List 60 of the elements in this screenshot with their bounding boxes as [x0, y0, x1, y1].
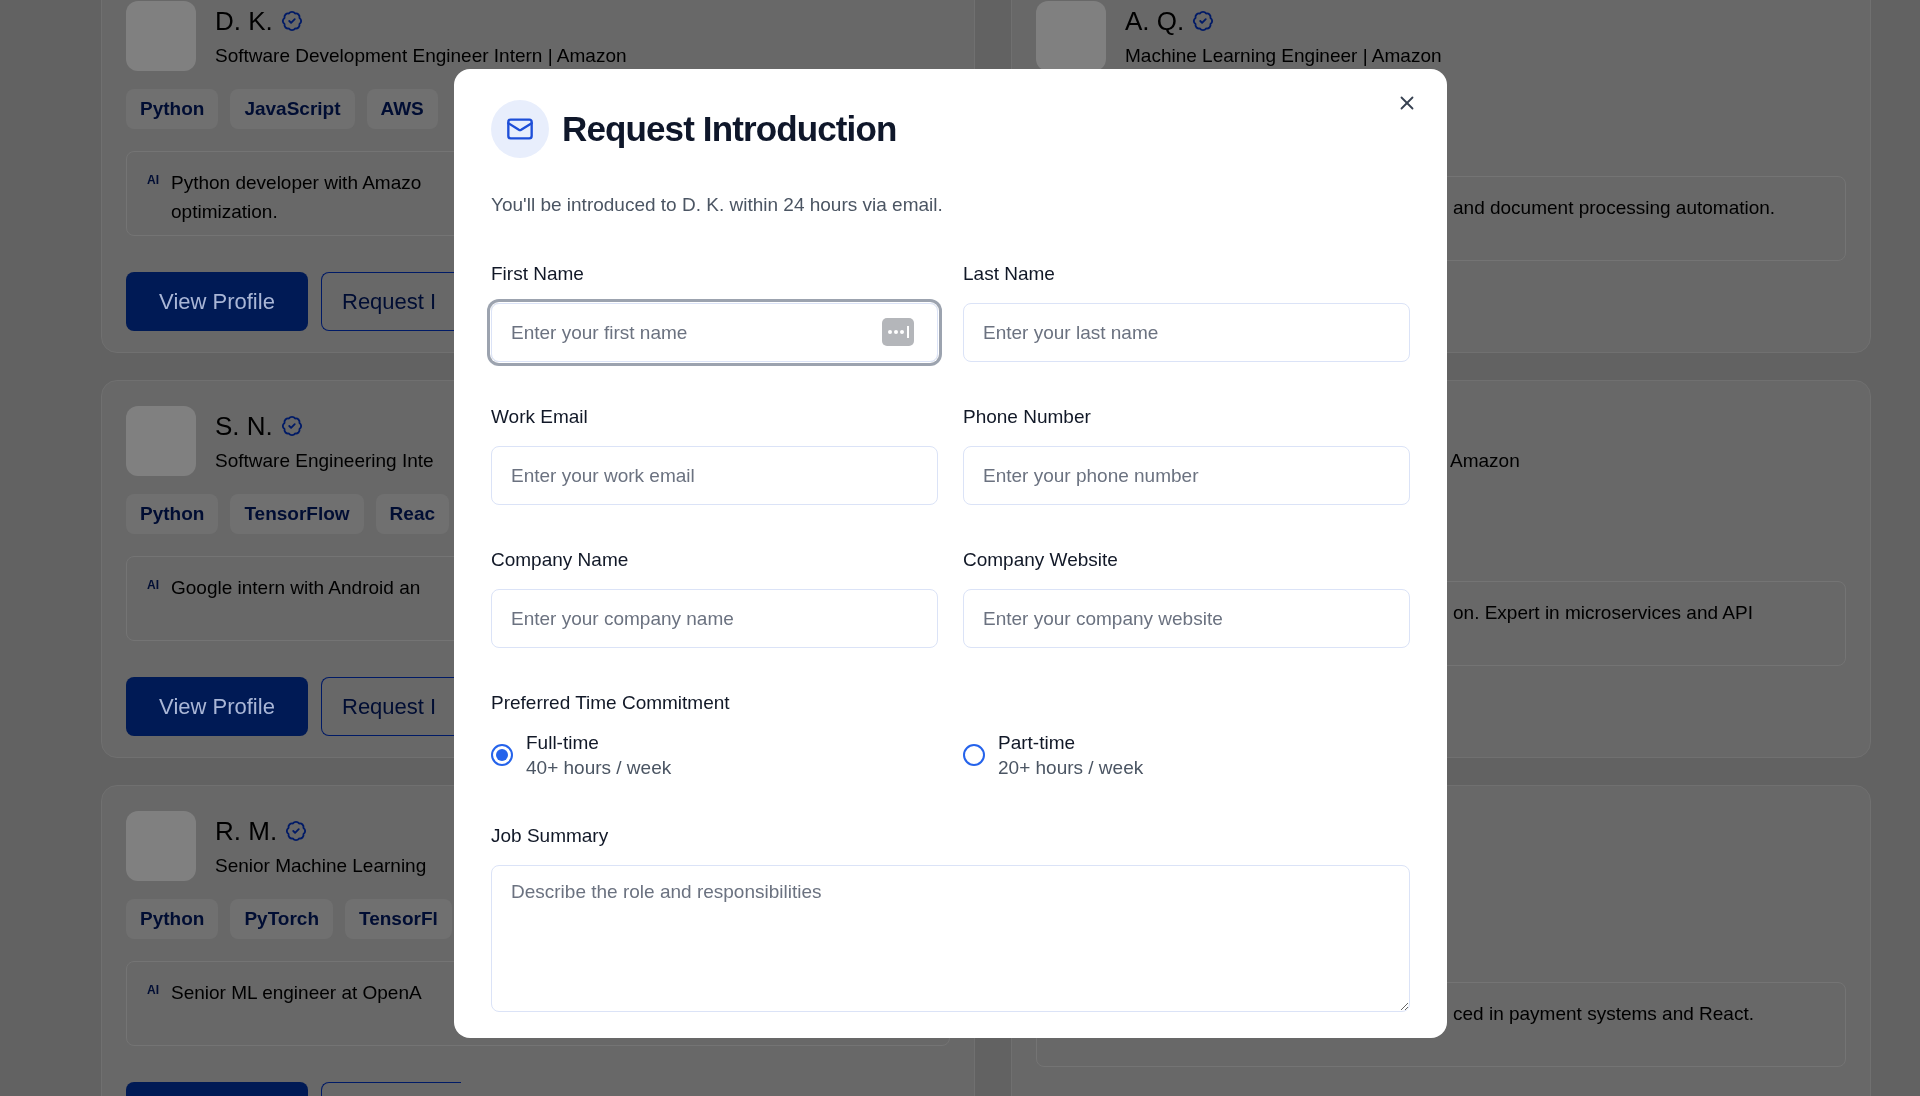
option-detail: 20+ hours / week — [998, 756, 1144, 780]
skill-tag: Python — [126, 494, 219, 534]
text-field[interactable]: Enter your phone number — [963, 446, 1410, 505]
job-summary-field[interactable]: Describe the role and responsibilities — [491, 865, 1410, 1012]
view-profile-button[interactable]: View Profile — [126, 272, 308, 331]
dialog-title: Request Introduction — [562, 107, 897, 150]
candidate-title: Amazon — [1450, 449, 1520, 473]
skill-tag: TensorFl — [345, 899, 452, 939]
candidate-name: A. Q. — [1125, 4, 1185, 38]
text-field[interactable]: Enter your last name — [963, 303, 1410, 362]
skill-tag: PyTorch — [230, 899, 333, 939]
summary-text: Senior ML engineer at OpenA — [171, 981, 422, 1005]
skill-tag: AWS — [366, 89, 438, 129]
summary-text: and document processing automation. — [1453, 197, 1776, 218]
avatar — [1036, 1, 1106, 71]
summary-text: on. Expert in microservices and API — [1453, 602, 1753, 623]
verified-icon — [285, 820, 308, 842]
candidate-title: Software Engineering Inte — [215, 449, 434, 473]
verified-icon — [280, 10, 303, 32]
candidate-title: Machine Learning Engineer | Amazon — [1125, 44, 1442, 68]
summary-text: ced in payment systems and React. — [1453, 1003, 1754, 1024]
skill-tag: Reac — [375, 494, 450, 534]
skill-tag: Python — [126, 89, 219, 129]
field-label: Company Name — [491, 548, 630, 572]
field-label: Work Email — [491, 405, 589, 429]
skill-tag: TensorFlow — [230, 494, 364, 534]
ai-label: AI — [147, 982, 159, 998]
avatar — [126, 406, 196, 476]
field-label: First Name — [491, 262, 585, 286]
field-label: Job Summary — [491, 824, 610, 848]
verified-icon — [280, 415, 303, 437]
text-field[interactable]: Enter your company website — [963, 589, 1410, 648]
summary-text: Google intern with Android an — [171, 576, 421, 600]
candidate-name: R. M. — [215, 814, 278, 848]
avatar — [126, 1, 196, 71]
dialog-subtitle: You'll be introduced to D. K. within 24 hours via email. — [491, 193, 944, 217]
candidate-title: Software Development Engineer Intern | Amazon — [215, 44, 627, 68]
verified-icon — [1192, 10, 1215, 32]
skill-tag: Python — [126, 899, 219, 939]
option-detail: 40+ hours / week — [526, 756, 672, 780]
field-label: Preferred Time Commitment — [491, 691, 731, 715]
candidate-name: S. N. — [215, 409, 273, 443]
ai-label: AI — [147, 577, 159, 593]
field-label: Phone Number — [963, 405, 1092, 429]
field-label: Last Name — [963, 262, 1056, 286]
text-field[interactable]: Enter your company name — [491, 589, 938, 648]
candidate-name: D. K. — [215, 4, 273, 38]
ai-label: AI — [147, 172, 159, 188]
summary-text: optimization. — [171, 200, 279, 224]
avatar — [126, 811, 196, 881]
option-title: Part-time — [998, 731, 1077, 755]
view-profile-button[interactable]: View Profile — [126, 677, 308, 736]
summary-text: Python developer with Amazo — [171, 171, 422, 195]
field-label: Company Website — [963, 548, 1119, 572]
candidate-title: Senior Machine Learning — [215, 854, 427, 878]
option-title: Full-time — [526, 731, 600, 755]
radio-button[interactable] — [963, 744, 985, 766]
text-field[interactable]: Enter your work email — [491, 446, 938, 505]
skill-tag: JavaScript — [230, 89, 355, 129]
radio-button[interactable] — [491, 744, 513, 766]
